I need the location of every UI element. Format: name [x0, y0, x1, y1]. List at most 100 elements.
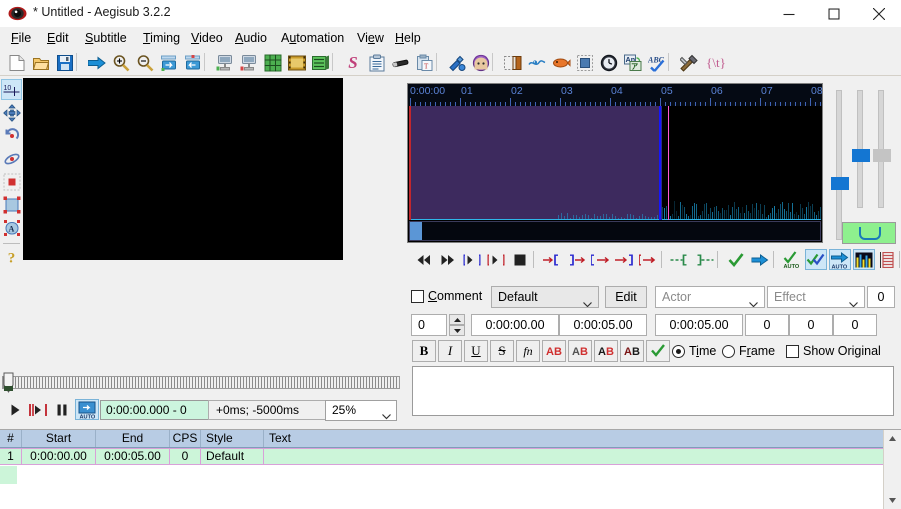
tag-helper-icon[interactable]: {\t}	[702, 52, 730, 73]
zoom-in-icon[interactable]	[110, 52, 132, 73]
show-original-checkbox[interactable]: Show Original	[786, 344, 881, 358]
translation-tool-icon[interactable]: An ア	[622, 52, 644, 73]
play-to-end-icon[interactable]	[637, 249, 659, 270]
video-seek-bar[interactable]	[0, 372, 403, 394]
layer-stepper[interactable]	[449, 314, 465, 336]
layer-right-field[interactable]: 0	[867, 286, 895, 308]
vertical-zoom-thumb[interactable]	[852, 149, 870, 162]
frame-radio[interactable]: Frame	[722, 344, 775, 358]
margin-left-field[interactable]: 0	[745, 314, 789, 336]
time-radio-circle[interactable]	[672, 344, 685, 358]
end-time-field[interactable]: 0:00:05.00	[559, 314, 647, 336]
layer-stepper-down[interactable]	[449, 325, 465, 336]
add-lead-out-icon[interactable]	[693, 249, 715, 270]
menu-audio[interactable]: Audio	[230, 30, 272, 47]
menu-subtitle[interactable]: Subtitle	[80, 30, 132, 47]
play-after-end-icon[interactable]	[613, 249, 635, 270]
duration-field[interactable]: 0:00:05.00	[655, 314, 743, 336]
auto-go-next-icon[interactable]	[805, 249, 827, 270]
open-subtitles-icon[interactable]	[30, 52, 52, 73]
menu-file[interactable]: File	[6, 30, 36, 47]
volume-thumb[interactable]	[873, 149, 891, 162]
frame-radio-circle[interactable]	[722, 344, 735, 358]
video-zoom-select[interactable]: 25%	[325, 400, 397, 421]
layer-field[interactable]: 0	[411, 314, 447, 336]
fonts-collector-icon[interactable]	[446, 52, 468, 73]
save-subtitles-icon[interactable]	[54, 52, 76, 73]
cut-area-icon[interactable]	[574, 52, 596, 73]
menu-help[interactable]: Help	[390, 30, 426, 47]
edit-style-button[interactable]: Edit	[605, 286, 647, 308]
horizontal-zoom-thumb[interactable]	[831, 177, 849, 190]
secondary-color-button[interactable]: AB	[568, 340, 592, 362]
timing-postprocessor-icon[interactable]	[526, 52, 548, 73]
translation-assistant-icon[interactable]	[366, 52, 388, 73]
italic-button[interactable]: I	[438, 340, 462, 362]
menu-timing[interactable]: Timing	[138, 30, 185, 47]
paste-over-icon[interactable]: T	[414, 52, 436, 73]
comment-checkbox-box[interactable]	[411, 289, 424, 303]
grid-header-num[interactable]: #	[0, 430, 22, 447]
play-line-icon[interactable]	[461, 249, 483, 270]
grid-header-text[interactable]: Text	[264, 430, 884, 447]
spell-checker-icon[interactable]: ABC	[646, 52, 668, 73]
rotate-xy-icon[interactable]	[1, 148, 22, 169]
styling-assistant-icon[interactable]: S	[342, 52, 364, 73]
shift-selection-icon[interactable]	[502, 52, 524, 73]
bold-button[interactable]: B	[412, 340, 436, 362]
snap-end-to-video-icon[interactable]	[238, 52, 260, 73]
seek-track[interactable]	[2, 376, 400, 389]
clip-rect-icon[interactable]	[1, 194, 22, 215]
auto-commit-icon[interactable]: AUTO	[75, 399, 99, 420]
underline-button[interactable]: U	[464, 340, 488, 362]
horizontal-zoom-slider[interactable]	[831, 90, 849, 240]
play-after-start-icon[interactable]	[565, 249, 587, 270]
timing-clock-icon[interactable]	[598, 52, 620, 73]
margin-vertical-field[interactable]: 0	[833, 314, 877, 336]
scroll-down-icon[interactable]	[884, 492, 901, 509]
grid-header-cps[interactable]: CPS	[170, 430, 201, 447]
maximize-button[interactable]	[811, 0, 856, 27]
commit-icon[interactable]	[725, 249, 747, 270]
time-radio[interactable]: Time	[672, 344, 716, 358]
comment-checkbox[interactable]: Comment	[411, 289, 482, 303]
properties-icon[interactable]	[310, 52, 332, 73]
attachments-icon[interactable]	[286, 52, 308, 73]
seek-thumb[interactable]	[2, 372, 15, 394]
primary-color-button[interactable]: AB	[542, 340, 566, 362]
margin-right-field[interactable]: 0	[789, 314, 833, 336]
audio-scroll-strip[interactable]	[409, 221, 821, 241]
resample-resolution-icon[interactable]	[390, 52, 412, 73]
play-before-end-icon[interactable]	[589, 249, 611, 270]
add-lead-in-icon[interactable]	[669, 249, 691, 270]
close-button[interactable]	[856, 0, 901, 27]
auto-scroll-icon[interactable]: AUTO	[829, 249, 851, 270]
play-icon[interactable]	[5, 399, 25, 420]
jump-to-icon[interactable]	[86, 52, 108, 73]
pause-icon[interactable]	[52, 399, 72, 420]
shift-times-forward-icon[interactable]	[158, 52, 180, 73]
style-select[interactable]: Default	[491, 286, 599, 308]
zoom-out-icon[interactable]	[134, 52, 156, 73]
menu-video[interactable]: Video	[186, 30, 228, 47]
outline-color-button[interactable]: AB	[594, 340, 618, 362]
minimize-button[interactable]	[766, 0, 811, 27]
grid-scrollbar[interactable]	[883, 430, 901, 509]
layer-stepper-up[interactable]	[449, 314, 465, 325]
start-time-field[interactable]: 0:00:00.00	[471, 314, 559, 336]
stop-icon[interactable]	[509, 249, 531, 270]
play-previous-line-icon[interactable]	[413, 249, 435, 270]
table-row[interactable]: 1 0:00:00.00 0:00:05.00 0 Default	[0, 448, 884, 465]
play-selection-icon[interactable]	[485, 249, 507, 270]
rotate-z-icon[interactable]	[1, 125, 22, 146]
kanji-timer-icon[interactable]	[550, 52, 572, 73]
shift-times-back-icon[interactable]	[182, 52, 204, 73]
volume-slider[interactable]	[873, 90, 891, 208]
video-display[interactable]	[23, 78, 343, 260]
audio-selection-region[interactable]	[409, 106, 661, 220]
effect-select[interactable]: Effect	[767, 286, 865, 308]
subtitle-text-editor[interactable]	[412, 366, 894, 416]
audio-scroll-thumb[interactable]	[410, 222, 422, 240]
automation-manager-icon[interactable]	[678, 52, 700, 73]
selection-start-marker[interactable]	[409, 106, 411, 220]
